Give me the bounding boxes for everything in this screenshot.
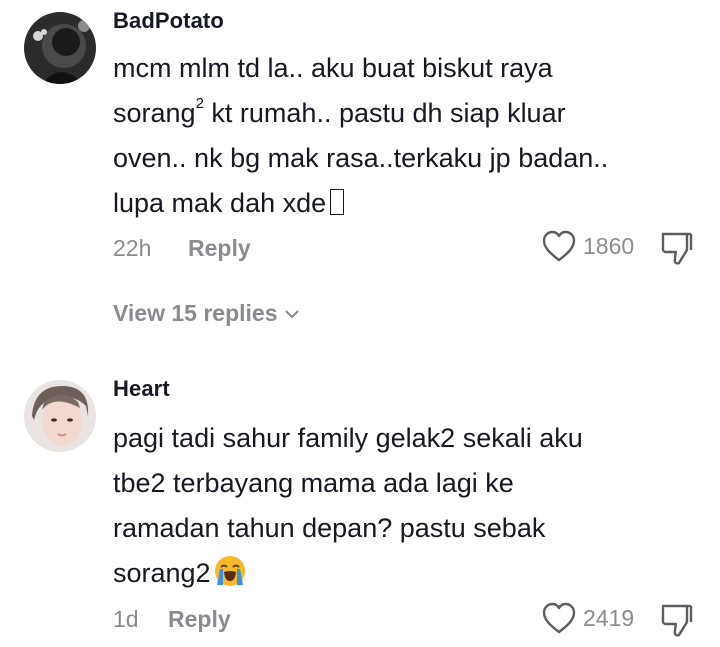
view-replies-button[interactable]: View 15 replies bbox=[113, 300, 300, 327]
like-button[interactable]: 1860 bbox=[541, 229, 634, 263]
avatar-image bbox=[24, 12, 96, 84]
reply-button[interactable]: Reply bbox=[188, 235, 251, 262]
like-button[interactable]: 2419 bbox=[541, 601, 634, 635]
timestamp: 22h bbox=[113, 235, 152, 261]
dislike-button[interactable] bbox=[660, 230, 694, 271]
comment-text: mcm mlm td la.. aku buat biskut raya sor… bbox=[113, 46, 693, 226]
comment-text: pagi tadi sahur family gelak2 sekali aku… bbox=[113, 416, 693, 596]
dislike-button[interactable] bbox=[660, 602, 694, 643]
like-count: 2419 bbox=[583, 604, 635, 631]
heart-outline-icon bbox=[542, 230, 576, 262]
comment-line: kt rumah.. pastu dh siap kluar bbox=[203, 98, 566, 128]
avatar-image bbox=[24, 380, 96, 452]
username[interactable]: BadPotato bbox=[113, 8, 224, 34]
reply-button[interactable]: Reply bbox=[168, 606, 231, 633]
comment-line: lupa mak dah xde bbox=[113, 188, 327, 218]
comment-line: sorang bbox=[113, 98, 196, 128]
heart-outline-icon bbox=[542, 602, 576, 634]
comment-line: oven.. nk bg mak rasa..terkaku jp badan.… bbox=[113, 143, 609, 173]
comment-line: mcm mlm td la.. aku buat biskut raya bbox=[113, 53, 553, 83]
avatar[interactable] bbox=[24, 12, 96, 84]
view-replies-label: View 15 replies bbox=[113, 300, 278, 326]
username[interactable]: Heart bbox=[113, 376, 170, 402]
comment-line: sorang2 bbox=[113, 558, 211, 588]
superscript: 2 bbox=[195, 95, 204, 112]
missing-glyph-icon bbox=[330, 189, 345, 215]
chevron-down-icon bbox=[284, 309, 299, 318]
timestamp: 1d bbox=[113, 606, 139, 632]
like-count: 1860 bbox=[583, 232, 635, 259]
avatar[interactable] bbox=[24, 380, 96, 452]
thumbs-down-icon bbox=[661, 232, 693, 265]
comment-line: ramadan tahun depan? pastu sebak bbox=[113, 513, 546, 543]
comment-line: tbe2 terbayang mama ada lagi ke bbox=[113, 468, 514, 498]
thumbs-down-icon bbox=[661, 604, 693, 637]
comment-line: pagi tadi sahur family gelak2 sekali aku bbox=[113, 423, 583, 453]
loudly-crying-face-emoji bbox=[214, 556, 245, 586]
